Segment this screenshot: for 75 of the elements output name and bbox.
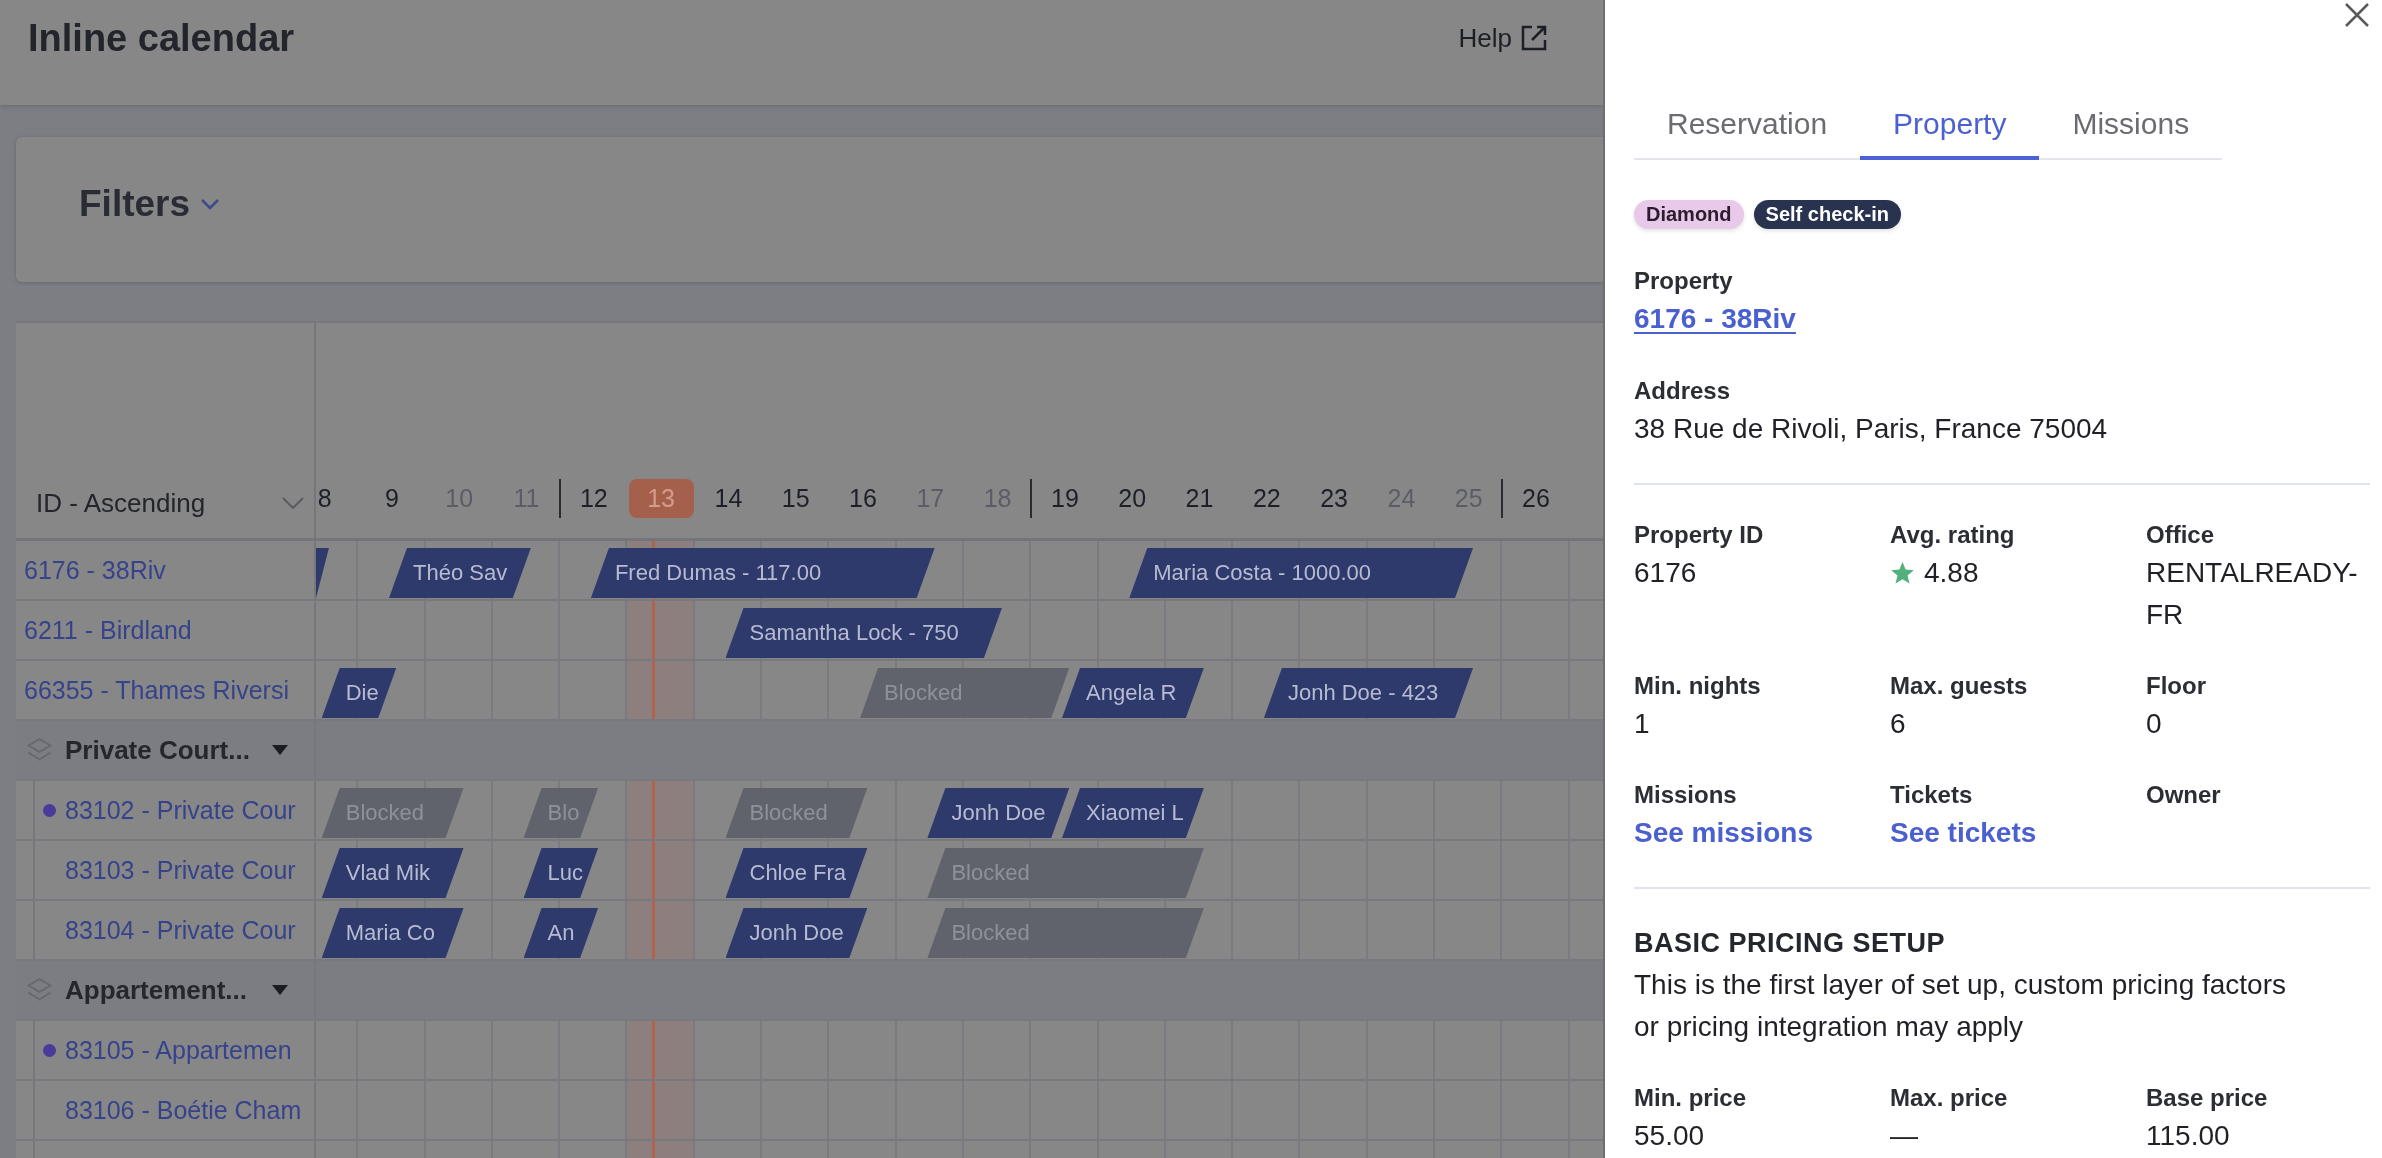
booking-bar[interactable]: Samantha Lock - 750 bbox=[725, 608, 1002, 658]
day-label: 22 bbox=[1252, 483, 1281, 514]
group-name: Private Court... bbox=[65, 734, 250, 766]
chevron-down-icon bbox=[282, 497, 304, 509]
booking-bar[interactable]: Vlad Mik bbox=[321, 848, 464, 898]
day-label: 14 bbox=[714, 483, 743, 514]
section-title: BASIC PRICING SETUP bbox=[1634, 927, 1947, 960]
booking-bar[interactable]: Maria Costa - 1000.00 bbox=[1129, 548, 1473, 598]
field-value: 0 bbox=[2146, 707, 2163, 741]
field-label: Max. guests bbox=[1890, 671, 2029, 701]
booking-bar[interactable]: Jonh Doe bbox=[927, 788, 1070, 838]
field-value: 38 Rue de Rivoli, Paris, France 75004 bbox=[1634, 412, 2109, 446]
tab[interactable]: Reservation bbox=[1634, 106, 1861, 160]
close-icon bbox=[2344, 2, 2370, 28]
caret-icon[interactable] bbox=[272, 745, 288, 755]
field-label: Min. nights bbox=[1634, 671, 1762, 701]
day-label: 26 bbox=[1522, 483, 1550, 514]
booking-bar[interactable]: Xiaomei L bbox=[1062, 788, 1204, 838]
tab[interactable]: Property bbox=[1860, 106, 2040, 160]
field-label: Base price bbox=[2146, 1083, 2269, 1113]
day-label: 20 bbox=[1118, 483, 1147, 514]
field-value: 115.00 bbox=[2146, 1119, 2231, 1153]
group-name: Appartement... bbox=[65, 974, 248, 1006]
booking-bar[interactable]: Die bbox=[321, 668, 397, 718]
booking-bar[interactable]: Chloe Fra bbox=[725, 848, 868, 898]
field-value: 6176 bbox=[1634, 556, 1698, 590]
field-label: Property ID bbox=[1634, 520, 1765, 550]
field-label: Max. price bbox=[1890, 1083, 2009, 1113]
tag: Self check-in bbox=[1753, 200, 1901, 229]
field-label: Address bbox=[1634, 376, 1732, 406]
day-label: 13 bbox=[628, 479, 694, 518]
detail-link[interactable]: See tickets bbox=[1890, 817, 2037, 848]
day-label: 16 bbox=[849, 483, 877, 514]
detail-link[interactable]: See missions bbox=[1634, 817, 1813, 848]
tag: Diamond bbox=[1634, 200, 1744, 229]
field-value: — bbox=[1890, 1119, 1919, 1153]
day-label: 19 bbox=[1051, 483, 1079, 514]
help-link[interactable]: Help bbox=[1458, 14, 1548, 62]
field-label: Missions bbox=[1634, 780, 1738, 810]
field-label: Owner bbox=[2146, 780, 2222, 810]
section-description: This is the first layer of set up, custom pricing factors or pricing integration may apply bbox=[1634, 968, 2287, 1044]
field-value: 55.00 bbox=[1634, 1119, 1706, 1153]
rating-value: 4.88 bbox=[1924, 556, 1979, 590]
field-label: Office bbox=[2146, 520, 2215, 550]
filters-toggle[interactable]: Filters bbox=[79, 181, 221, 227]
booking-bar[interactable]: Jonh Doe bbox=[725, 908, 868, 958]
close-button[interactable] bbox=[2344, 2, 2370, 28]
sort-select[interactable]: ID - Ascending bbox=[36, 485, 304, 521]
booking-bar[interactable]: Luc bbox=[523, 848, 599, 898]
field-value: RENTALREADY-FR bbox=[2146, 556, 2359, 632]
caret-icon[interactable] bbox=[272, 985, 288, 995]
day-label: 15 bbox=[781, 483, 810, 514]
booking-bar[interactable]: Jonh Doe - 423 bbox=[1263, 668, 1474, 718]
day-label: 23 bbox=[1320, 483, 1348, 514]
field-label: Min. price bbox=[1634, 1083, 1748, 1113]
day-label: 21 bbox=[1185, 483, 1214, 514]
booking-bar[interactable]: Angela R bbox=[1062, 668, 1204, 718]
booking-bar[interactable]: An bbox=[523, 908, 599, 958]
booking-bar[interactable]: Théo Sav bbox=[389, 548, 531, 598]
external-link-icon bbox=[1520, 24, 1548, 52]
field-value: 1 bbox=[1634, 707, 1651, 741]
property-link[interactable]: 6176 - 38Riv bbox=[1634, 303, 1796, 334]
field-value: 6 bbox=[1890, 707, 1907, 741]
field-label: Avg. rating bbox=[1890, 520, 2016, 550]
tab[interactable]: Missions bbox=[2039, 106, 2223, 160]
booking-bar[interactable]: Maria Co bbox=[321, 908, 464, 958]
field-label: Property bbox=[1634, 266, 1734, 296]
page-title: Inline calendar bbox=[28, 16, 295, 61]
booking-bar[interactable]: Fred Dumas - 117.00 bbox=[590, 548, 935, 598]
field-label: Tickets bbox=[1890, 780, 1974, 810]
day-label: 8 bbox=[317, 483, 332, 514]
day-label: 12 bbox=[579, 483, 608, 514]
day-label: 9 bbox=[385, 483, 399, 514]
field-label: Floor bbox=[2146, 671, 2207, 701]
star-icon bbox=[1890, 561, 1915, 585]
